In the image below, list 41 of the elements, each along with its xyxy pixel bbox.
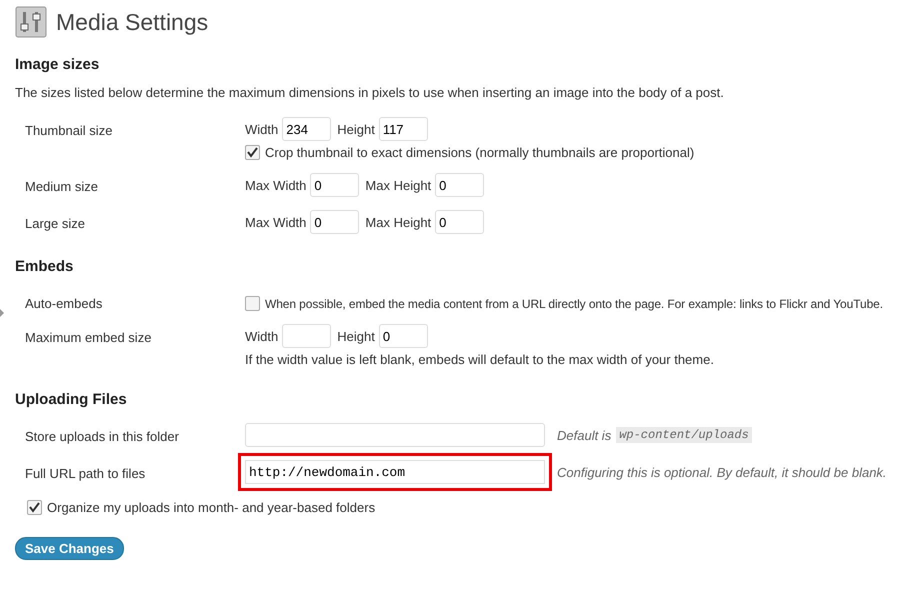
number-field[interactable]: 0 (310, 173, 360, 197)
number-field[interactable] (282, 324, 332, 348)
field-label: Height (337, 122, 375, 136)
field-label: Max Width (245, 178, 306, 192)
section-description: The sizes listed below determine the maximum dimensions in pixels to use when inserting an image into the body of a post. (15, 85, 725, 100)
number-field[interactable]: 0 (310, 210, 360, 234)
section-heading: Uploading Files (15, 391, 128, 408)
setting-label: Maximum embed size (25, 329, 152, 347)
checkbox[interactable] (245, 296, 260, 311)
checkbox-label: Crop thumbnail to exact dimensions (normally thumbnails are proportional) (265, 145, 694, 160)
setting-label: Medium size (25, 178, 99, 196)
number-field[interactable]: 234 (282, 117, 332, 141)
section-heading: Image sizes (15, 56, 100, 73)
setting-label: Auto-embeds (25, 295, 104, 311)
help-text: Default is (557, 428, 612, 442)
save-button[interactable]: Save Changes (15, 537, 124, 560)
section-heading: Embeds (15, 258, 74, 275)
number-field[interactable]: 117 (378, 117, 428, 141)
help-text: If the width value is left blank, embeds will default to the max width of your theme. (245, 352, 714, 367)
setting-label: Large size (25, 215, 86, 233)
field-label: Width (245, 122, 278, 136)
field-label: Max Height (365, 214, 432, 230)
checkbox-label: Organize my uploads into month- and year-based folders (47, 500, 376, 515)
help-text: Configuring this is optional. By default, it should be blank. (557, 464, 887, 480)
field-label: Width (245, 328, 278, 344)
checkbox[interactable] (27, 500, 42, 515)
number-field[interactable]: 0 (435, 210, 484, 234)
setting-label: Full URL path to files (25, 465, 146, 483)
folder-path: wp-content/uploads (616, 427, 752, 443)
number-field[interactable]: 0 (378, 324, 428, 348)
field-label: Max Height (365, 178, 432, 192)
field-label: Height (337, 328, 375, 344)
settings-icon (15, 6, 47, 38)
number-field[interactable]: 0 (435, 173, 484, 197)
page-title: Media Settings (56, 8, 208, 36)
setting-label: Store uploads in this folder (25, 428, 180, 446)
setting-label: Thumbnail size (25, 122, 114, 140)
path-field[interactable] (245, 423, 545, 447)
checkbox[interactable] (245, 145, 260, 160)
field-label: Max Width (245, 214, 306, 230)
checkbox-label: When possible, embed the media content from a URL directly onto the page. For example: links to Flickr and YouTube. (265, 296, 883, 310)
